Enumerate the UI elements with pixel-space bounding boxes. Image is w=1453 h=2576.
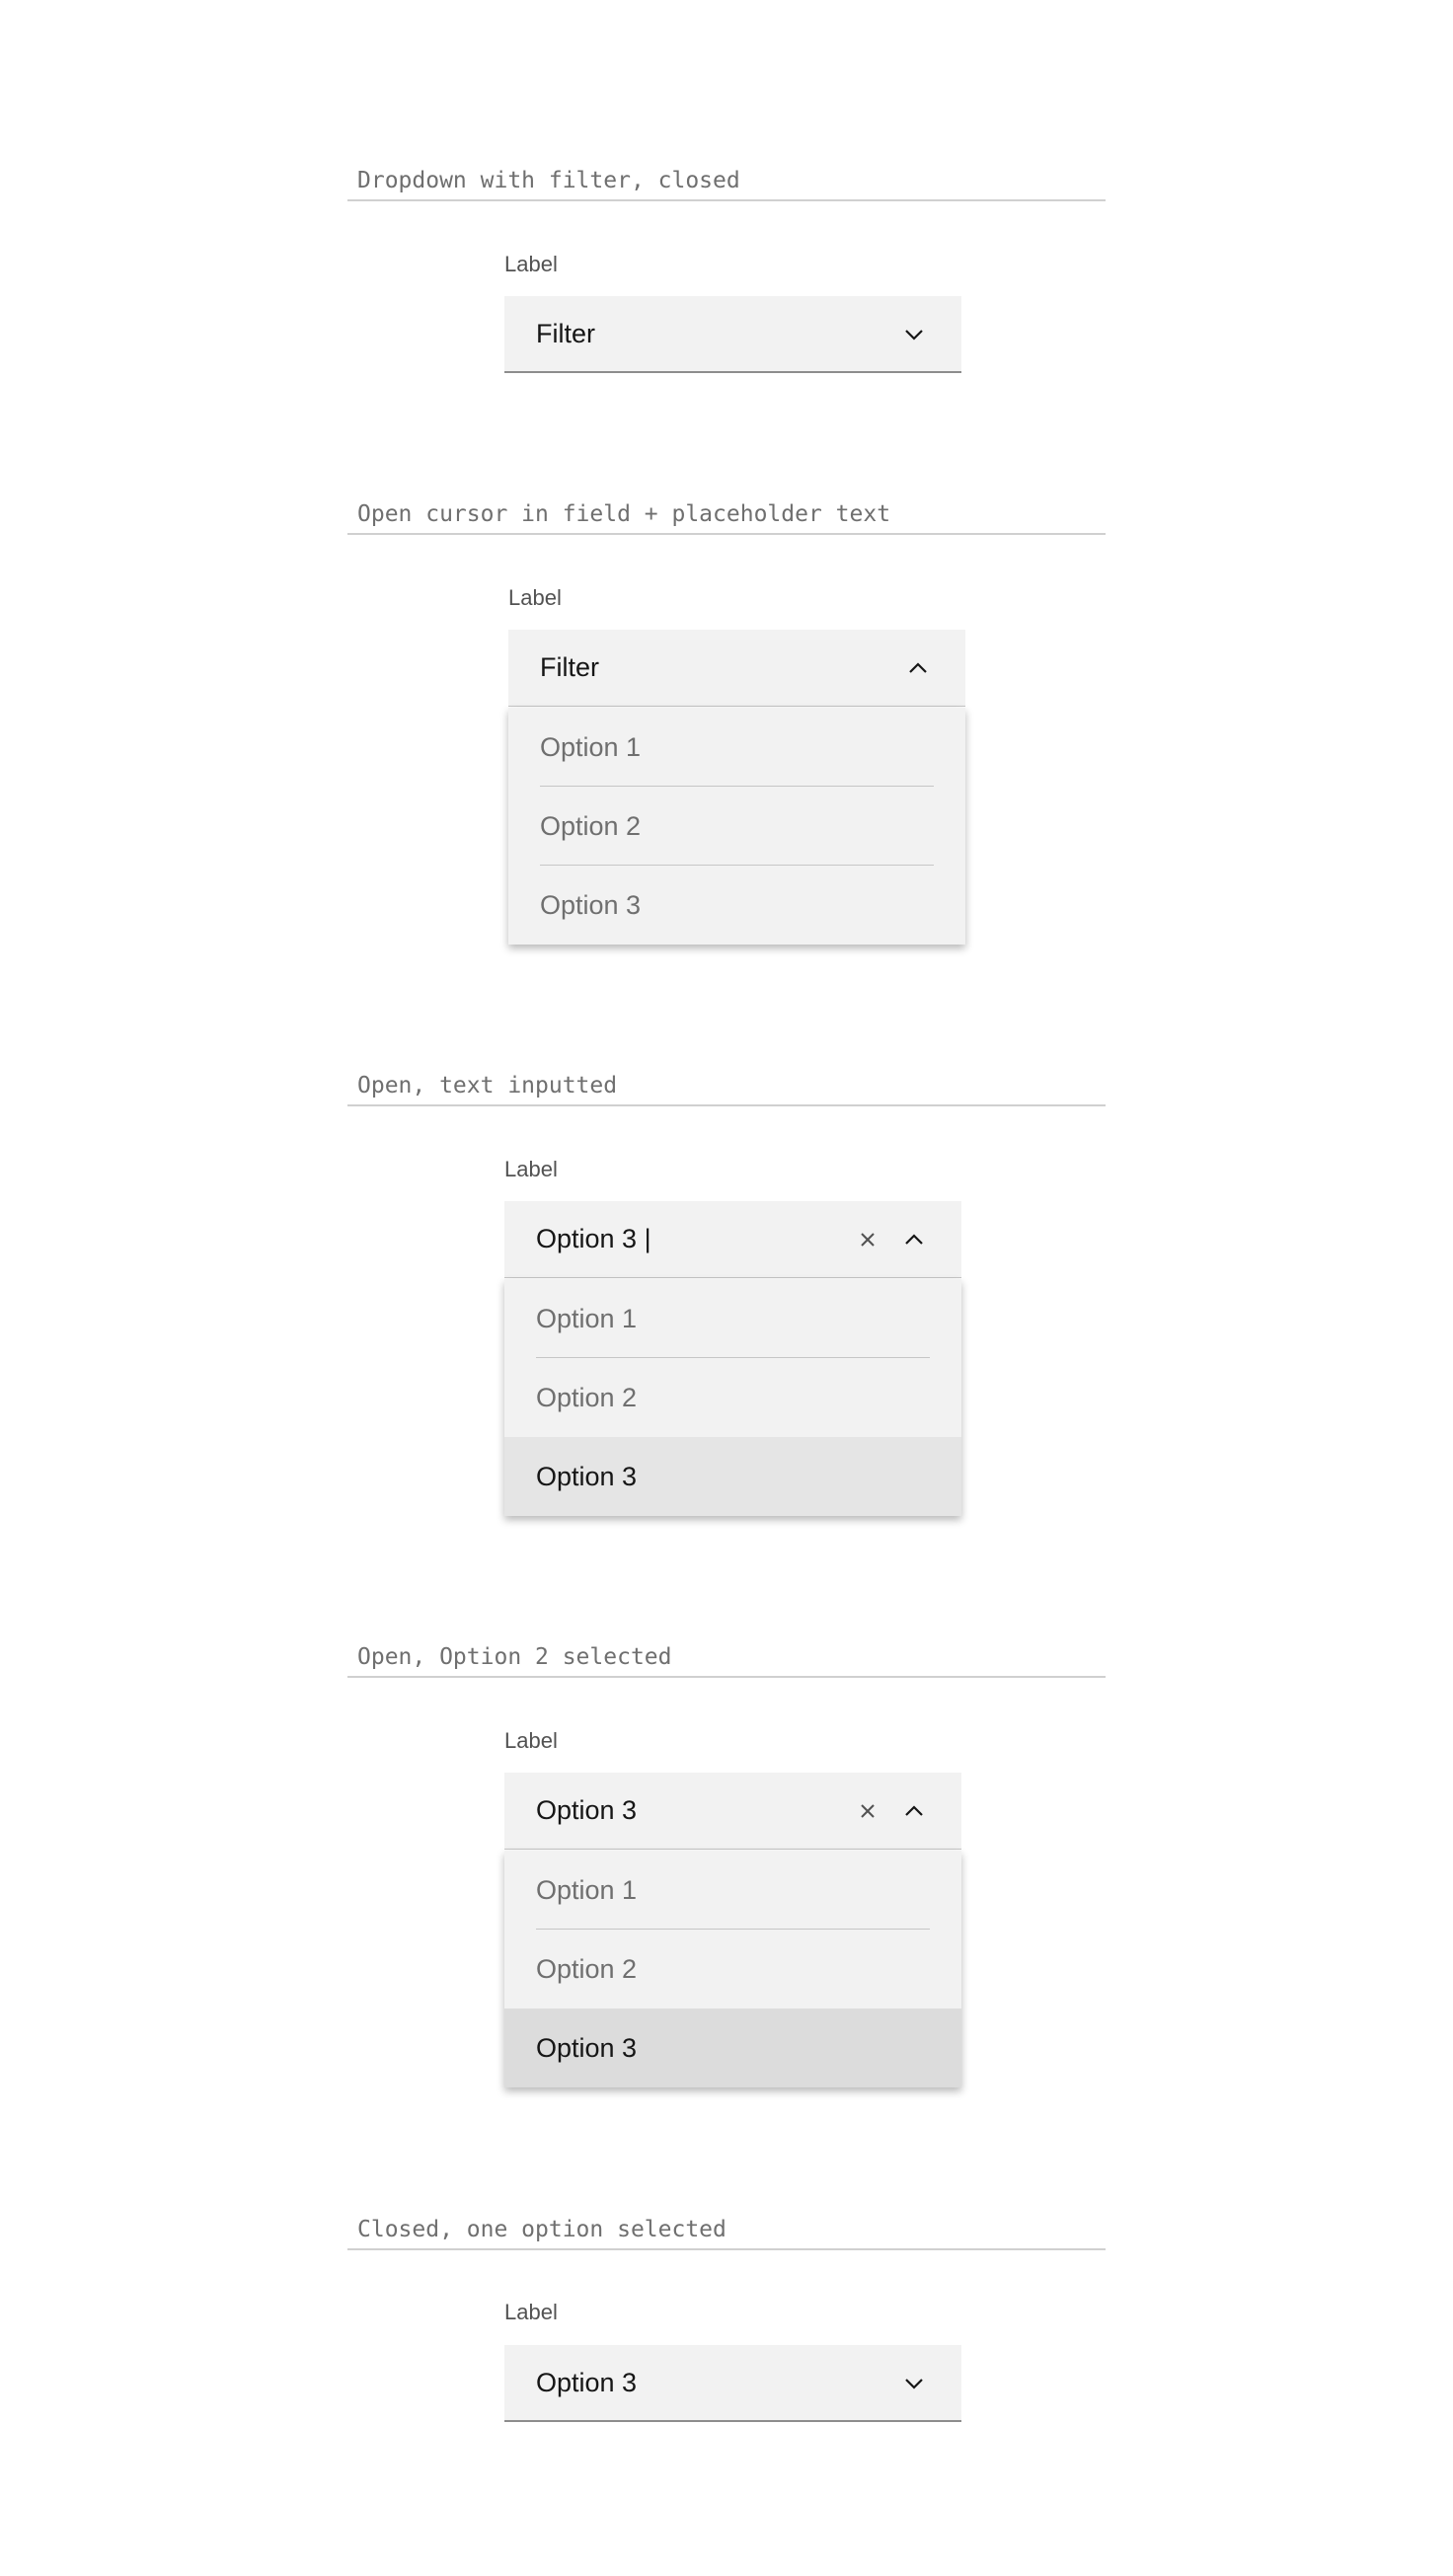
option-label: Option 3 xyxy=(536,2033,638,2063)
option-label: Option 3 xyxy=(536,1462,638,1491)
option-label: Option 2 xyxy=(540,811,642,841)
option-label: Option 2 xyxy=(536,1954,638,1984)
filter-dropdown[interactable]: Option 3 | xyxy=(504,1201,961,1278)
section-header: Open cursor in field + placeholder text xyxy=(347,495,1106,535)
chevron-down-icon[interactable] xyxy=(899,320,929,349)
menu-option-1[interactable]: Option 1 xyxy=(504,1279,961,1358)
option-label: Option 1 xyxy=(536,1304,638,1333)
chevron-up-icon[interactable] xyxy=(899,1225,929,1254)
section-title: Open, text inputted xyxy=(357,1073,618,1099)
menu-option-1[interactable]: Option 1 xyxy=(508,708,965,787)
section-title: Open cursor in field + placeholder text xyxy=(357,501,891,527)
section-header: Open, text inputted xyxy=(347,1067,1106,1106)
section-header: Dropdown with filter, closed xyxy=(347,162,1106,201)
options-menu: Option 1 Option 2 Option 3 xyxy=(504,1279,961,1516)
menu-option-3[interactable]: Option 3 xyxy=(504,2008,961,2087)
section-title: Closed, one option selected xyxy=(357,2217,726,2242)
field-label: Label xyxy=(504,1728,558,1753)
filter-input[interactable]: Option 3 | xyxy=(536,1201,651,1276)
chevron-up-icon[interactable] xyxy=(903,653,933,683)
filter-input[interactable]: Option 3 xyxy=(536,2345,637,2420)
field-label: Label xyxy=(504,252,558,276)
filter-input[interactable]: Filter xyxy=(540,630,599,705)
close-icon[interactable] xyxy=(853,1225,882,1254)
filter-dropdown[interactable]: Option 3 xyxy=(504,1773,961,1850)
field-label: Label xyxy=(504,1157,558,1181)
menu-option-1[interactable]: Option 1 xyxy=(504,1851,961,1930)
section-header: Open, Option 2 selected xyxy=(347,1638,1106,1678)
section-title: Dropdown with filter, closed xyxy=(357,168,740,193)
filter-dropdown[interactable]: Option 3 xyxy=(504,2345,961,2422)
menu-option-3[interactable]: Option 3 xyxy=(508,866,965,945)
menu-option-2[interactable]: Option 2 xyxy=(504,1358,961,1437)
option-label: Option 3 xyxy=(540,890,642,920)
filter-dropdown[interactable]: Filter xyxy=(504,296,961,373)
filter-input[interactable]: Option 3 xyxy=(536,1773,637,1848)
chevron-down-icon[interactable] xyxy=(899,2369,929,2398)
close-icon[interactable] xyxy=(853,1796,882,1826)
chevron-up-icon[interactable] xyxy=(899,1796,929,1826)
options-menu: Option 1 Option 2 Option 3 xyxy=(508,708,965,945)
menu-option-3[interactable]: Option 3 xyxy=(504,1437,961,1516)
filter-dropdown[interactable]: Filter xyxy=(508,630,965,707)
filter-input[interactable]: Filter xyxy=(536,296,595,371)
field-label: Label xyxy=(508,585,562,610)
menu-option-2[interactable]: Option 2 xyxy=(508,787,965,866)
option-label: Option 1 xyxy=(540,732,642,762)
option-label: Option 1 xyxy=(536,1875,638,1905)
field-label: Label xyxy=(504,2300,558,2324)
section-header: Closed, one option selected xyxy=(347,2211,1106,2250)
option-label: Option 2 xyxy=(536,1383,638,1412)
section-title: Open, Option 2 selected xyxy=(357,1644,672,1670)
menu-option-2[interactable]: Option 2 xyxy=(504,1930,961,2008)
options-menu: Option 1 Option 2 Option 3 xyxy=(504,1851,961,2087)
